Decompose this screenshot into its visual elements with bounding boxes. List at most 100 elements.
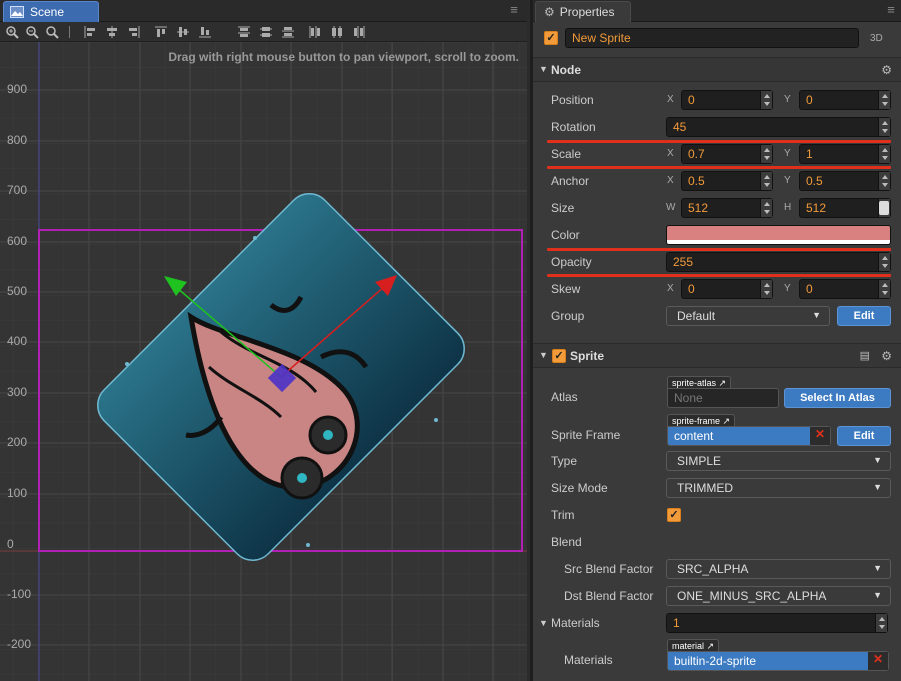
zoom-in-icon[interactable] bbox=[5, 25, 19, 39]
src-blend-select[interactable]: SRC_ALPHA bbox=[666, 559, 891, 579]
anchor-y-value: 0.5 bbox=[806, 174, 823, 188]
sprite-enabled-checkbox[interactable]: ✓ bbox=[552, 349, 566, 363]
axis-x-label: X bbox=[667, 175, 674, 186]
mode-3d-toggle[interactable]: 3D bbox=[870, 33, 883, 44]
skew-label: Skew bbox=[551, 282, 581, 296]
position-x-input[interactable]: 0 bbox=[681, 90, 773, 110]
type-row: Type SIMPLE bbox=[533, 448, 901, 475]
align-bottom-icon[interactable] bbox=[198, 25, 212, 39]
zoom-reset-icon[interactable] bbox=[45, 25, 59, 39]
stepper-icon[interactable] bbox=[875, 614, 887, 632]
y-axis-label: 700 bbox=[7, 183, 28, 197]
scene-menu-icon[interactable]: ≡ bbox=[507, 3, 521, 16]
tab-properties[interactable]: ⚙ Properties bbox=[535, 1, 631, 22]
src-blend-label: Src Blend Factor bbox=[564, 562, 654, 576]
stepper-icon[interactable] bbox=[878, 280, 890, 298]
size-mode-select[interactable]: TRIMMED bbox=[666, 478, 891, 498]
stepper-icon[interactable] bbox=[878, 253, 890, 271]
stepper-icon[interactable] bbox=[760, 280, 772, 298]
stepper-icon[interactable] bbox=[760, 199, 772, 217]
properties-menu-icon[interactable]: ≡ bbox=[884, 3, 898, 16]
size-h-value: 512 bbox=[806, 201, 827, 215]
materials-count-input[interactable]: 1 bbox=[666, 613, 888, 633]
anchor-y-input[interactable]: 0.5 bbox=[799, 171, 891, 191]
y-axis-label: 900 bbox=[7, 82, 28, 96]
help-book-icon[interactable]: ▤ bbox=[860, 349, 870, 362]
scene-viewport[interactable]: Drag with right mouse button to pan view… bbox=[0, 42, 527, 681]
group-row: Group Default Edit bbox=[533, 303, 901, 330]
align-left-icon[interactable] bbox=[83, 25, 97, 39]
sprite-frame-edit-button[interactable]: Edit bbox=[837, 426, 891, 446]
trim-checkbox[interactable]: ✓ bbox=[667, 508, 681, 522]
sprite-section-header[interactable]: ▼ ✓ Sprite ▤ ⚙ bbox=[533, 343, 901, 368]
stepper-icon[interactable] bbox=[760, 172, 772, 190]
size-h-input[interactable]: 512 bbox=[799, 198, 891, 218]
external-link-icon[interactable]: ↗ bbox=[723, 416, 731, 426]
external-link-icon[interactable]: ↗ bbox=[719, 378, 727, 388]
toolbar-divider bbox=[69, 26, 70, 38]
atlas-field[interactable]: None bbox=[667, 388, 779, 408]
group-select[interactable]: Default bbox=[666, 306, 830, 326]
collapse-arrow-icon[interactable]: ▼ bbox=[539, 618, 548, 628]
clear-x-icon[interactable]: ✕ bbox=[810, 427, 830, 445]
stepper-icon[interactable] bbox=[760, 145, 772, 163]
stepper-icon[interactable] bbox=[878, 91, 890, 109]
position-x-value: 0 bbox=[688, 93, 695, 107]
node-name-input[interactable]: New Sprite bbox=[565, 28, 859, 48]
axis-x-label: X bbox=[667, 283, 674, 294]
clear-x-icon[interactable]: ✕ bbox=[868, 652, 888, 670]
scale-x-input[interactable]: 0.7 bbox=[681, 144, 773, 164]
y-axis-label: -100 bbox=[7, 587, 32, 601]
y-axis-label: -200 bbox=[7, 637, 32, 651]
distribute-bottom-icon[interactable] bbox=[281, 25, 295, 39]
lock-ratio-icon[interactable] bbox=[879, 201, 889, 215]
align-top-icon[interactable] bbox=[154, 25, 168, 39]
node-section-header[interactable]: ▼ Node ⚙ bbox=[533, 57, 901, 82]
align-center-v-icon[interactable] bbox=[176, 25, 190, 39]
scale-row: Scale X 0.7 Y 1 bbox=[533, 141, 901, 168]
sprite-frame-field[interactable]: content ✕ bbox=[667, 426, 831, 446]
distribute-top-icon[interactable] bbox=[237, 25, 251, 39]
align-right-icon[interactable] bbox=[127, 25, 141, 39]
rotation-input[interactable]: 45 bbox=[666, 117, 891, 137]
distribute-left-icon[interactable] bbox=[308, 25, 322, 39]
skew-x-input[interactable]: 0 bbox=[681, 279, 773, 299]
stepper-icon[interactable] bbox=[878, 172, 890, 190]
trim-label: Trim bbox=[551, 508, 575, 522]
distribute-center-icon[interactable] bbox=[330, 25, 344, 39]
distribute-right-icon[interactable] bbox=[352, 25, 366, 39]
position-row: Position X 0 Y 0 bbox=[533, 87, 901, 114]
axis-y-label: Y bbox=[784, 175, 791, 186]
y-axis-label: 100 bbox=[7, 486, 28, 500]
y-axis-label: 600 bbox=[7, 234, 28, 248]
materials-count-row: ▼ Materials 1 bbox=[533, 610, 901, 637]
align-center-h-icon[interactable] bbox=[105, 25, 119, 39]
type-select[interactable]: SIMPLE bbox=[666, 451, 891, 471]
dst-blend-select[interactable]: ONE_MINUS_SRC_ALPHA bbox=[666, 586, 891, 606]
distribute-middle-icon[interactable] bbox=[259, 25, 273, 39]
group-edit-button[interactable]: Edit bbox=[837, 306, 891, 326]
select-in-atlas-button[interactable]: Select In Atlas bbox=[784, 388, 891, 408]
properties-tabbar: ⚙ Properties ≡ bbox=[533, 0, 901, 22]
gear-icon[interactable]: ⚙ bbox=[881, 63, 892, 77]
sprite-frame-tag-text: sprite-frame bbox=[672, 416, 721, 426]
gear-icon[interactable]: ⚙ bbox=[881, 349, 892, 363]
zoom-out-icon[interactable] bbox=[25, 25, 39, 39]
anchor-x-input[interactable]: 0.5 bbox=[681, 171, 773, 191]
stepper-icon[interactable] bbox=[878, 145, 890, 163]
scale-y-input[interactable]: 1 bbox=[799, 144, 891, 164]
position-y-input[interactable]: 0 bbox=[799, 90, 891, 110]
external-link-icon[interactable]: ↗ bbox=[707, 641, 715, 651]
tab-scene[interactable]: Scene bbox=[3, 1, 99, 22]
y-axis-label: 500 bbox=[7, 284, 28, 298]
stepper-icon[interactable] bbox=[878, 118, 890, 136]
rotation-value: 45 bbox=[673, 120, 687, 134]
color-swatch[interactable] bbox=[666, 225, 891, 245]
size-w-input[interactable]: 512 bbox=[681, 198, 773, 218]
stepper-icon[interactable] bbox=[760, 91, 772, 109]
material-field[interactable]: builtin-2d-sprite ✕ bbox=[667, 651, 889, 671]
opacity-input[interactable]: 255 bbox=[666, 252, 891, 272]
node-active-checkbox[interactable]: ✓ bbox=[544, 31, 558, 45]
opacity-row: Opacity 255 bbox=[533, 249, 901, 276]
skew-y-input[interactable]: 0 bbox=[799, 279, 891, 299]
